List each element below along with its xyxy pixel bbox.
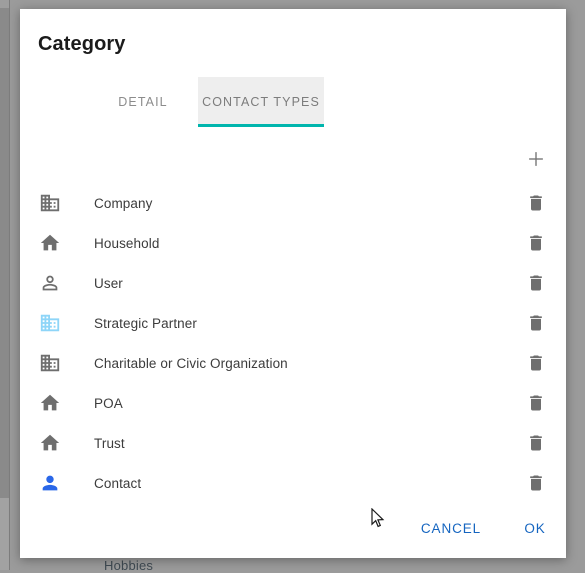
background-field-label: Hobbies <box>104 558 154 573</box>
active-tab-indicator <box>198 124 324 127</box>
list-item-label: User <box>94 275 123 291</box>
cancel-button[interactable]: CANCEL <box>414 514 488 544</box>
window-left-edge <box>0 0 10 570</box>
list-item-label: Strategic Partner <box>94 315 197 331</box>
list-item[interactable]: Company <box>20 183 566 223</box>
business-icon <box>38 351 62 375</box>
delete-row-button[interactable] <box>523 390 549 416</box>
delete-row-button[interactable] <box>523 470 549 496</box>
tab-bar: DETAIL CONTACT TYPES <box>20 77 566 129</box>
list-item-label: Trust <box>94 435 125 451</box>
business-icon <box>38 191 62 215</box>
window-edge-segment-top <box>0 0 9 8</box>
list-item[interactable]: Charitable or Civic Organization <box>20 343 566 383</box>
tab-detail-label: DETAIL <box>118 95 168 109</box>
tab-contact-types[interactable]: CONTACT TYPES <box>198 77 324 127</box>
home-icon <box>38 431 62 455</box>
contact-types-list: Company Household User Strategic Partner Cha… <box>20 183 566 503</box>
tab-detail[interactable]: DETAIL <box>88 77 198 127</box>
list-item[interactable]: Trust <box>20 423 566 463</box>
list-item[interactable]: Contact <box>20 463 566 503</box>
page-title: Category <box>38 33 126 55</box>
delete-row-button[interactable] <box>523 350 549 376</box>
window-edge-segment-bottom <box>0 498 9 570</box>
person-filled-icon <box>38 471 62 495</box>
ok-button[interactable]: OK <box>514 514 556 544</box>
home-icon <box>38 391 62 415</box>
list-item-label: Contact <box>94 475 142 491</box>
delete-row-button[interactable] <box>523 230 549 256</box>
list-item[interactable]: User <box>20 263 566 303</box>
list-item-label: Household <box>94 235 160 251</box>
add-contact-type-button[interactable] <box>520 143 552 175</box>
person-outline-icon <box>38 271 62 295</box>
delete-row-button[interactable] <box>523 310 549 336</box>
delete-row-button[interactable] <box>523 430 549 456</box>
business-icon <box>38 311 62 335</box>
list-toolbar <box>20 139 566 181</box>
list-item[interactable]: POA <box>20 383 566 423</box>
list-item-label: Charitable or Civic Organization <box>94 355 288 371</box>
category-dialog: Category DETAIL CONTACT TYPES Company Hou… <box>20 9 566 558</box>
home-icon <box>38 231 62 255</box>
tab-contact-types-label: CONTACT TYPES <box>202 95 320 109</box>
dialog-footer: CANCEL OK <box>20 502 566 558</box>
list-item[interactable]: Household <box>20 223 566 263</box>
list-item[interactable]: Strategic Partner <box>20 303 566 343</box>
delete-row-button[interactable] <box>523 270 549 296</box>
list-item-label: Company <box>94 195 153 211</box>
list-item-label: POA <box>94 395 123 411</box>
delete-row-button[interactable] <box>523 190 549 216</box>
